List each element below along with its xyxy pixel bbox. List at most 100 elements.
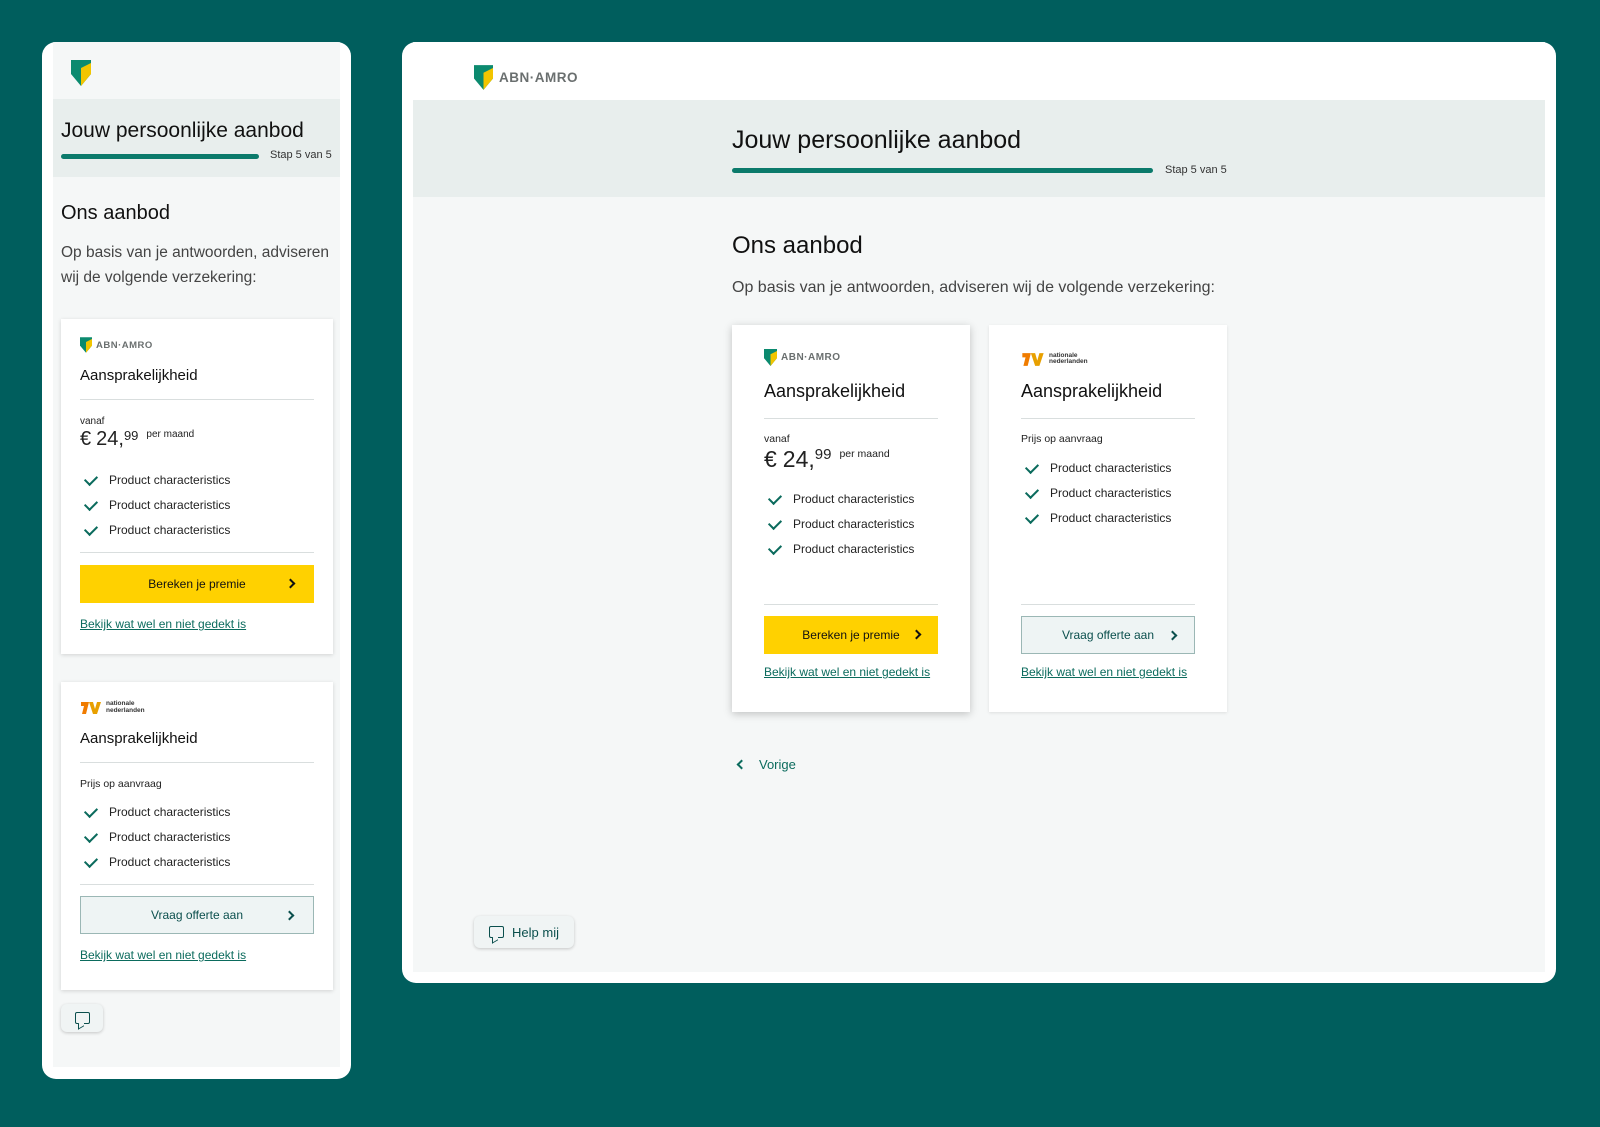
feature-item: Product characteristics (767, 540, 914, 556)
chevron-right-icon (285, 578, 296, 589)
price-whole: 24, (96, 428, 124, 450)
check-icon (1024, 459, 1040, 474)
offer-card-nn: nationale nederlanden Aansprakelijkheid P… (61, 682, 333, 990)
price-currency: € (80, 428, 92, 450)
check-icon (83, 521, 99, 536)
insurer-name: ABN·AMRO (96, 339, 153, 351)
check-icon (767, 515, 783, 530)
divider (80, 552, 314, 553)
top-bar: ABN·AMRO (413, 42, 1545, 100)
insurer-name: nationale nederlanden (1049, 351, 1088, 365)
help-chat-icon (489, 926, 505, 938)
check-icon (83, 853, 99, 868)
offer-title: Aansprakelijkheid (80, 730, 198, 747)
abn-amro-shield-icon (71, 60, 91, 86)
desktop-page: ABN·AMRO Jouw persoonlijke aanbod Stap 5… (413, 42, 1545, 972)
coverage-link[interactable]: Bekijk wat wel en niet gedekt is (1021, 665, 1187, 679)
check-icon (83, 803, 99, 818)
price-period: per maand (839, 448, 890, 460)
divider (80, 399, 314, 400)
divider (1021, 418, 1195, 419)
feature-item: Product characteristics (83, 853, 230, 869)
price-prefix: vanaf (80, 416, 105, 427)
abn-amro-shield-icon (474, 65, 493, 90)
offer-card-abn: ABN·AMRO Aansprakelijkheid vanaf € 24, 9… (732, 325, 970, 712)
insurer-logo-nn: nationale nederlanden (80, 700, 145, 715)
insurer-logo-nn: nationale nederlanden (1021, 351, 1088, 367)
request-quote-button[interactable]: Vraag offerte aan (80, 896, 314, 934)
progress-bar (61, 154, 259, 159)
offer-title: Aansprakelijkheid (80, 367, 198, 384)
calculate-premium-button[interactable]: Bereken je premie (764, 616, 938, 654)
price-period: per maand (146, 429, 195, 440)
offer-card-abn: ABN·AMRO Aansprakelijkheid vanaf € 24, 9… (61, 319, 333, 654)
price-currency: € (764, 446, 777, 472)
insurer-logo-abn: ABN·AMRO (80, 337, 153, 353)
back-link[interactable]: Vorige (732, 757, 796, 772)
feature-item: Product characteristics (83, 828, 230, 844)
check-icon (83, 828, 99, 843)
price-cents: 99 (123, 428, 139, 443)
offer-title: Aansprakelijkheid (764, 381, 906, 401)
page-title: Jouw persoonlijke aanbod (732, 126, 1022, 154)
progress-header: Jouw persoonlijke aanbod Stap 5 van 5 (53, 99, 340, 177)
feature-item: Product characteristics (83, 471, 230, 487)
coverage-link[interactable]: Bekijk wat wel en niet gedekt is (80, 617, 246, 631)
price-cents: 99 (814, 446, 832, 463)
offer-card-nn: nationale nederlanden Aansprakelijkheid P… (989, 325, 1227, 712)
price-note: Prijs op aanvraag (80, 778, 162, 790)
abn-amro-shield-icon (764, 349, 777, 366)
chevron-right-icon (911, 629, 922, 640)
mobile-page: Jouw persoonlijke aanbod Stap 5 van 5 On… (53, 42, 340, 1067)
chevron-right-icon (284, 910, 295, 921)
price-prefix: vanaf (764, 433, 790, 445)
check-icon (1024, 509, 1040, 524)
feature-item: Product characteristics (1024, 484, 1171, 500)
section-heading: Ons aanbod (732, 232, 863, 259)
help-chat-icon (74, 1012, 90, 1024)
help-button[interactable] (61, 1004, 103, 1032)
divider (764, 418, 938, 419)
price: € 24, 99 per maand (764, 446, 890, 473)
check-icon (83, 496, 99, 511)
progress-bar (732, 168, 1153, 173)
coverage-link[interactable]: Bekijk wat wel en niet gedekt is (80, 948, 246, 962)
step-indicator: Stap 5 van 5 (270, 149, 332, 161)
feature-item: Product characteristics (1024, 459, 1171, 475)
abn-amro-shield-icon (80, 337, 92, 353)
divider (80, 762, 314, 763)
price-whole: 24, (782, 446, 815, 472)
insurer-logo-abn: ABN·AMRO (764, 349, 841, 366)
divider (80, 884, 314, 885)
chevron-right-icon (1167, 630, 1178, 641)
nn-logo-icon (1022, 353, 1044, 366)
check-icon (1024, 484, 1040, 499)
calculate-premium-button[interactable]: Bereken je premie (80, 565, 314, 603)
feature-item: Product characteristics (767, 515, 914, 531)
intro-text: Op basis van je antwoorden, adviseren wi… (61, 244, 329, 286)
help-button[interactable]: Help mij (474, 916, 574, 948)
mobile-frame: Jouw persoonlijke aanbod Stap 5 van 5 On… (42, 42, 351, 1079)
coverage-link[interactable]: Bekijk wat wel en niet gedekt is (764, 665, 930, 679)
feature-item: Product characteristics (83, 496, 230, 512)
check-icon (767, 540, 783, 555)
price-note: Prijs op aanvraag (1021, 433, 1103, 445)
nn-logo-icon (81, 702, 101, 714)
divider (764, 604, 938, 605)
feature-item: Product characteristics (767, 490, 914, 506)
divider (1021, 604, 1195, 605)
progress-header: Jouw persoonlijke aanbod Stap 5 van 5 (413, 100, 1545, 197)
desktop-frame: ABN·AMRO Jouw persoonlijke aanbod Stap 5… (402, 42, 1556, 983)
price: € 24, 99 per maand (80, 428, 194, 451)
abn-amro-logo[interactable] (71, 60, 91, 91)
abn-amro-logo[interactable]: ABN·AMRO (474, 65, 578, 90)
page-title: Jouw persoonlijke aanbod (61, 119, 304, 142)
offer-title: Aansprakelijkheid (1021, 381, 1163, 401)
step-indicator: Stap 5 van 5 (1165, 164, 1227, 176)
feature-item: Product characteristics (1024, 509, 1171, 525)
check-icon (83, 471, 99, 486)
request-quote-button[interactable]: Vraag offerte aan (1021, 616, 1195, 654)
check-icon (767, 490, 783, 505)
feature-item: Product characteristics (83, 521, 230, 537)
insurer-name: ABN·AMRO (781, 352, 841, 363)
